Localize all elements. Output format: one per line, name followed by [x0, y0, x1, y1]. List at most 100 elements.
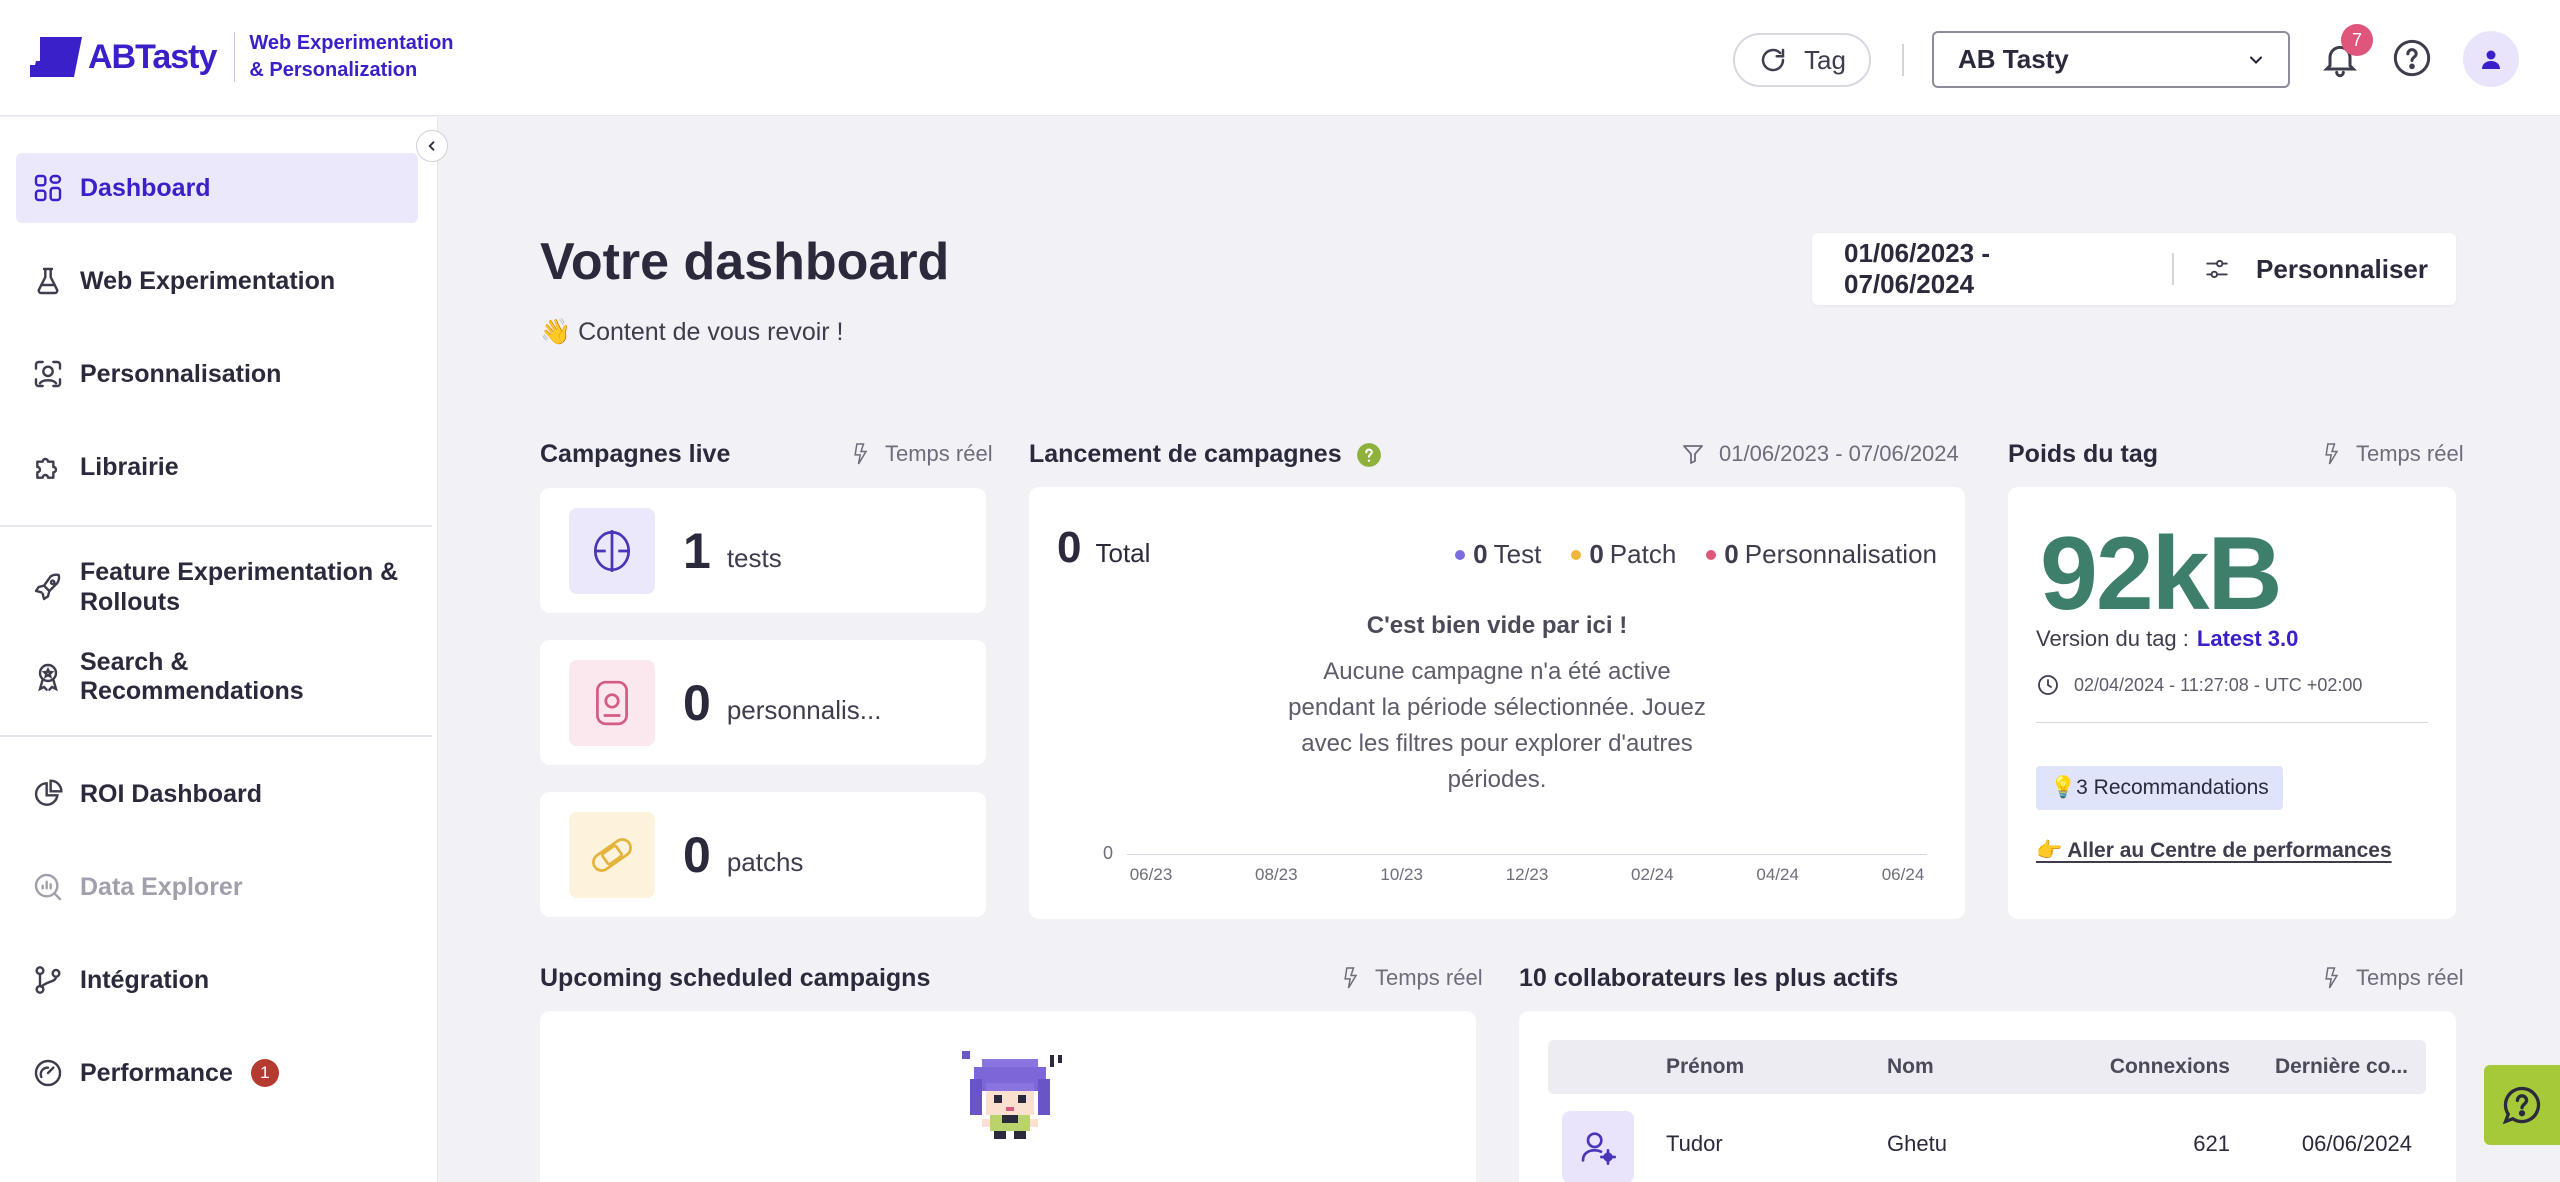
customize-button[interactable]: Personnaliser	[2204, 254, 2428, 285]
column-header-connections[interactable]: Connexions	[2110, 1055, 2230, 1079]
account-select-value: AB Tasty	[1958, 44, 2069, 74]
sidebar-item-feature-experimentation[interactable]: Feature Experimentation & Rollouts	[16, 548, 426, 626]
collaborators-table-header: Prénom Nom Connexions Dernière co...	[1548, 1040, 2426, 1094]
header-divider	[1902, 44, 1904, 76]
sidebar-item-label: Data Explorer	[80, 872, 243, 901]
legend-dot-patch	[1571, 549, 1582, 560]
cell-connections: 621	[2193, 1131, 2230, 1156]
date-range-picker[interactable]: 01/06/2023 - 07/06/2024	[1844, 238, 2122, 300]
sidebar-item-roi-dashboard[interactable]: ROI Dashboard	[16, 759, 418, 829]
help-widget-button[interactable]	[2484, 1065, 2560, 1145]
tag-version-value[interactable]: Latest 3.0	[2197, 626, 2299, 651]
sliders-icon	[2206, 259, 2228, 279]
question-circle-icon	[2393, 39, 2431, 77]
pie-chart-icon	[34, 779, 63, 806]
tag-card-divider	[2036, 722, 2428, 723]
user-avatar-button[interactable]	[2463, 31, 2519, 87]
table-row[interactable]: Tudor Ghetu 621 06/06/2024	[1548, 1106, 2426, 1182]
sidebar-item-web-experimentation[interactable]: Web Experimentation	[16, 246, 418, 316]
launch-total-label: Total	[1095, 538, 1151, 568]
column-header-first-name[interactable]: Prénom	[1666, 1055, 1744, 1079]
sidebar-item-dashboard[interactable]: Dashboard	[16, 153, 418, 223]
test-campaign-icon	[569, 507, 655, 594]
column-header-last-login[interactable]: Dernière co...	[2275, 1055, 2408, 1079]
sidebar-item-integration[interactable]: Intégration	[16, 945, 418, 1015]
legend-dot-test	[1455, 549, 1466, 560]
upcoming-realtime: Temps réel	[1341, 965, 1483, 991]
live-tests-label: tests	[726, 543, 782, 573]
cell-last-login: 06/06/2024	[2301, 1131, 2412, 1156]
upcoming-title: Upcoming scheduled campaigns	[540, 964, 931, 992]
brand-logo[interactable]: ABTasty Web Experimentation & Personaliz…	[30, 30, 454, 84]
top-header: ABTasty Web Experimentation & Personaliz…	[0, 0, 2560, 116]
live-campaigns-realtime: Temps réel	[851, 441, 993, 467]
chat-help-icon	[2502, 1086, 2541, 1125]
sidebar-item-personnalisation[interactable]: Personnalisation	[16, 339, 418, 409]
live-patches-card[interactable]: 0 patchs	[540, 792, 986, 917]
chevron-left-icon	[428, 141, 435, 151]
x-axis-ticks: 06/23 08/23 10/23 12/23 02/24 04/24 06/24	[1127, 865, 1927, 889]
account-select[interactable]: AB Tasty	[1932, 31, 2290, 88]
data-search-icon	[34, 873, 62, 901]
live-personalizations-count: 0	[683, 674, 711, 731]
realtime-label: Temps réel	[2356, 965, 2464, 990]
sidebar-collapse-button[interactable]	[416, 130, 448, 162]
live-patches-count: 0	[683, 826, 711, 883]
column-header-last-name[interactable]: Nom	[1887, 1055, 1934, 1079]
launch-filter-range: 01/06/2023 - 07/06/2024	[1719, 441, 1959, 466]
tag-version-label: Version du tag :	[2036, 626, 2189, 651]
user-focus-icon	[34, 360, 62, 388]
cell-last-name: Ghetu	[1887, 1131, 1947, 1156]
live-tests-card[interactable]: 1 tests	[540, 488, 986, 613]
brand-subtitle: Web Experimentation & Personalization	[249, 30, 453, 84]
realtime-label: Temps réel	[1375, 965, 1483, 990]
live-personalizations-card[interactable]: 0 personnalis...	[540, 640, 986, 765]
sidebar-item-label: Librairie	[80, 452, 179, 481]
performance-badge: 1	[250, 1059, 279, 1087]
live-personalizations-label: personnalis...	[726, 695, 882, 725]
brand-name: ABTasty	[88, 37, 217, 76]
sidebar-item-label: Search & Recommendations	[80, 648, 304, 705]
tag-weight-title: Poids du tag	[2008, 440, 2158, 468]
legend-item-test: 0 Test	[1455, 539, 1541, 570]
recommendations-button[interactable]: 💡3 Recommandations	[2036, 766, 2283, 810]
refresh-icon	[1761, 48, 1785, 72]
customize-label: Personnaliser	[2256, 253, 2428, 284]
sidebar-item-performance[interactable]: Performance 1	[16, 1038, 418, 1108]
sidebar-item-search-recommendations[interactable]: Search & Recommendations	[16, 642, 418, 712]
tag-weight-realtime: Temps réel	[2322, 441, 2464, 467]
legend-patch-value: 0	[1589, 539, 1604, 569]
realtime-label: Temps réel	[885, 441, 993, 466]
puzzle-icon	[36, 457, 58, 479]
sidebar-item-data-explorer[interactable]: Data Explorer	[16, 852, 418, 922]
launch-filter[interactable]: 01/06/2023 - 07/06/2024	[1681, 441, 1959, 467]
sidebar-item-label: Dashboard	[80, 173, 211, 202]
sidebar-item-librairie[interactable]: Librairie	[16, 432, 418, 502]
legend-patch-label: Patch	[1609, 539, 1677, 569]
sidebar-item-label: Web Experimentation	[80, 266, 336, 295]
help-button[interactable]	[2392, 38, 2432, 78]
sidebar-item-label: Feature Experimentation & Rollouts	[80, 558, 399, 616]
sidebar-divider	[0, 525, 432, 527]
collaborators-realtime: Temps réel	[2322, 965, 2464, 991]
realtime-icon	[2325, 967, 2339, 989]
tag-refresh-button[interactable]: Tag	[1733, 33, 1871, 87]
launch-total-value: 0	[1057, 523, 1082, 572]
upcoming-campaigns-card	[540, 1011, 1476, 1182]
realtime-icon	[1344, 967, 1358, 989]
logo-divider	[234, 32, 236, 82]
sidebar-item-label: ROI Dashboard	[80, 779, 262, 808]
help-badge-icon[interactable]	[1356, 442, 1382, 468]
legend-dot-personalization	[1706, 549, 1717, 560]
realtime-icon	[2325, 443, 2339, 465]
welcome-message: 👋 Content de vous revoir !	[540, 318, 844, 346]
tag-button-label: Tag	[1804, 44, 1846, 75]
realtime-icon	[854, 443, 868, 465]
rocket-icon	[34, 573, 61, 601]
sidebar-item-label: Performance	[80, 1058, 233, 1087]
date-range-toolbar: 01/06/2023 - 07/06/2024 Personnaliser	[1812, 233, 2456, 305]
performance-center-link[interactable]: 👉 Aller au Centre de performances	[2036, 839, 2392, 863]
dashboard-icon	[34, 174, 62, 202]
live-patches-label: patchs	[726, 847, 804, 877]
launch-title-group: Lancement de campagnes	[1029, 440, 1382, 469]
